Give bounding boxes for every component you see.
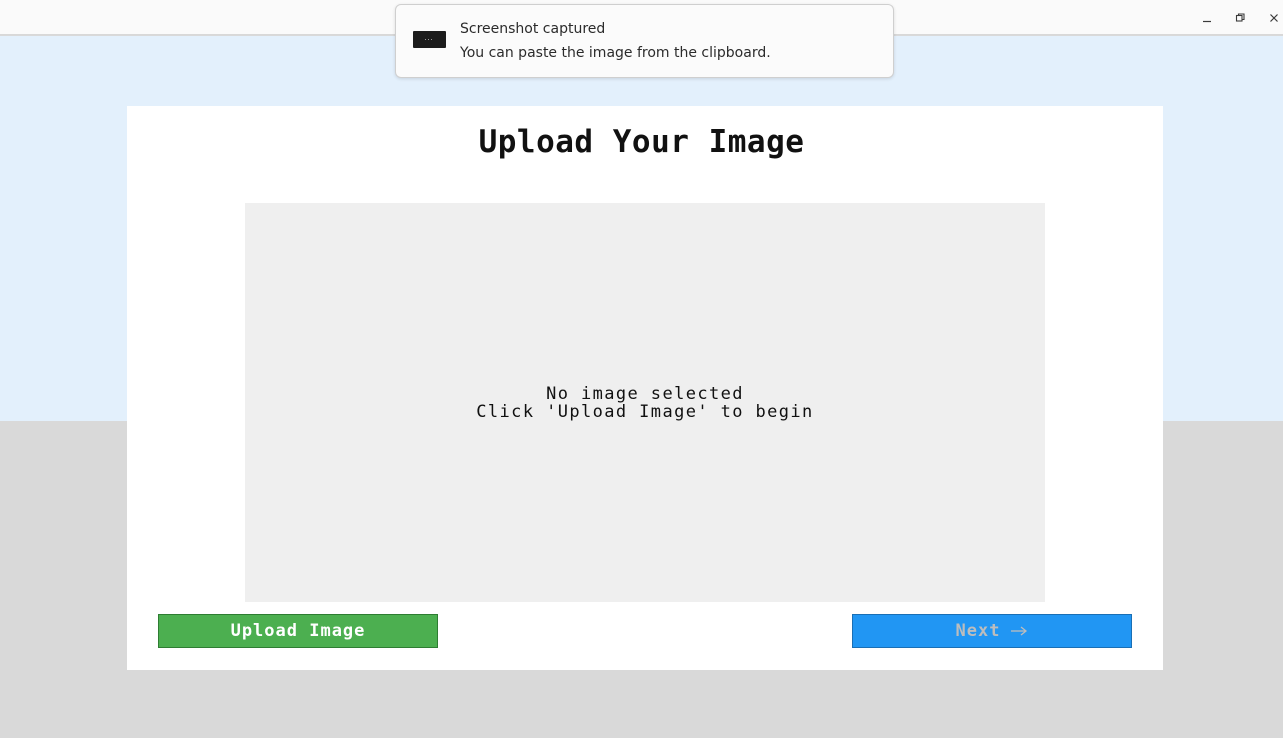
next-button-label: Next (955, 621, 1001, 641)
minimize-icon[interactable] (1197, 8, 1217, 28)
image-preview-area: No image selected Click 'Upload Image' t… (245, 203, 1045, 602)
next-button[interactable]: Next (852, 614, 1132, 648)
upload-button-label: Upload Image (230, 621, 366, 641)
page-title: Upload Your Image (478, 124, 805, 160)
restore-icon[interactable] (1230, 8, 1250, 28)
close-icon[interactable] (1264, 8, 1283, 28)
notification-body: You can paste the image from the clipboa… (460, 45, 771, 61)
arrow-right-icon (1010, 621, 1028, 641)
notification-title: Screenshot captured (460, 21, 606, 37)
screenshot-notification[interactable]: Screenshot captured You can paste the im… (395, 4, 894, 78)
preview-empty-message: No image selected (546, 383, 744, 404)
upload-image-button[interactable]: Upload Image (158, 614, 438, 648)
screenshot-thumbnail-icon (413, 31, 446, 48)
preview-instruction: Click 'Upload Image' to begin (476, 401, 814, 422)
